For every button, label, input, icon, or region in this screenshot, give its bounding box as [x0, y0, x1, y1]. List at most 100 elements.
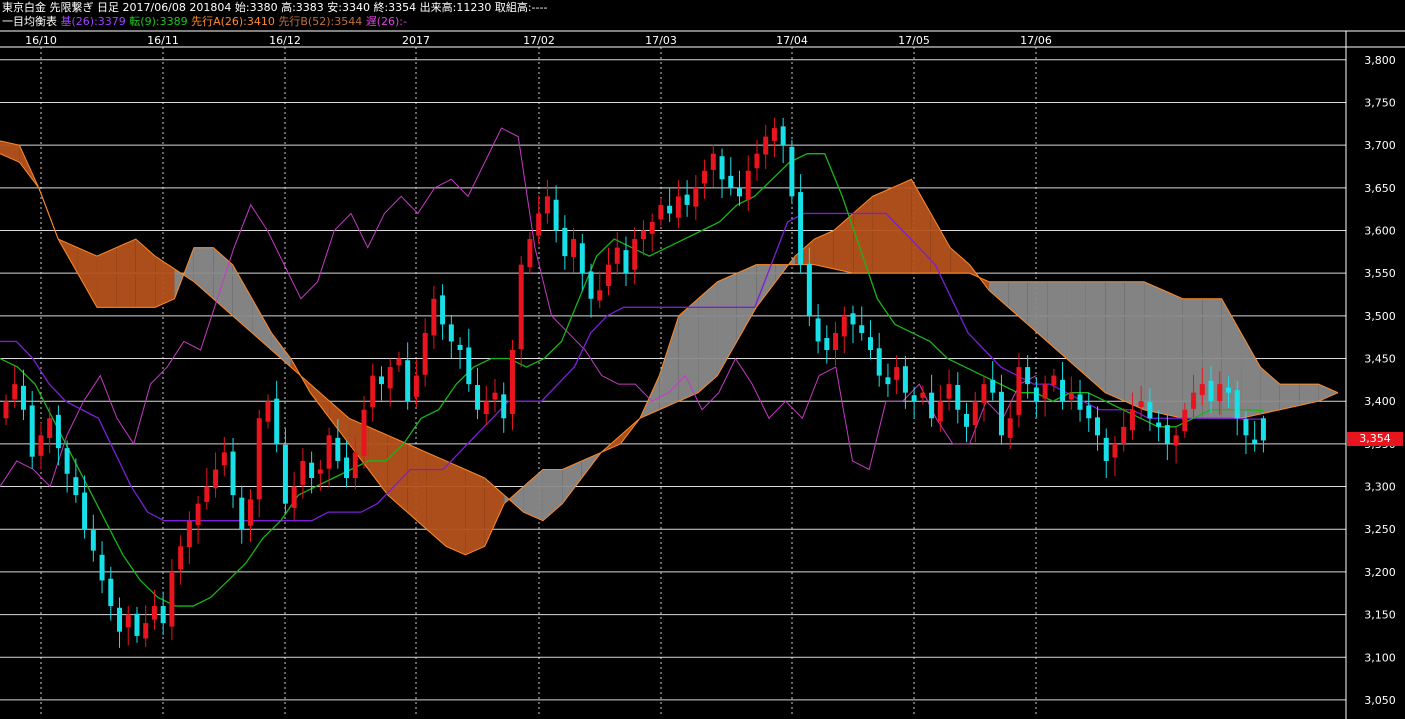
x-tick-label: 16/11	[147, 34, 179, 47]
candle-body	[894, 367, 900, 380]
candle-body	[806, 263, 812, 316]
kumo-segment	[252, 298, 272, 350]
y-tick-label: 3,800	[1364, 54, 1396, 67]
candle-body	[239, 497, 245, 530]
candle-body	[1217, 384, 1223, 402]
ichimoku-chart[interactable]: 3,800 3,750 3,700 3,650 3,600 3,550 3,500 3,450…	[0, 0, 1405, 719]
candle-body	[195, 503, 201, 525]
candle-body	[274, 398, 280, 444]
candle-body	[1156, 422, 1162, 427]
candle-body	[518, 264, 524, 350]
candle-body	[1138, 401, 1144, 408]
candle-body	[1025, 367, 1031, 385]
candle-body	[1112, 443, 1118, 458]
y-tick-label: 3,050	[1364, 694, 1396, 707]
candle-body	[911, 395, 917, 402]
kumo-segment	[96, 247, 117, 308]
candle-body	[684, 194, 690, 205]
candle-body	[1095, 417, 1101, 436]
candle-body	[789, 146, 795, 197]
kumo-segment	[271, 332, 291, 368]
candle-body	[640, 230, 646, 240]
candle-body	[824, 338, 830, 350]
kumo-segment	[1047, 281, 1067, 359]
kumo-segment	[1105, 281, 1125, 402]
candle-body	[632, 239, 638, 270]
candle-body	[352, 452, 358, 479]
candle-body	[143, 623, 149, 639]
kumo-segment	[407, 443, 427, 530]
candle-body	[527, 239, 533, 268]
candle-body	[178, 546, 184, 570]
kumo-segment	[1085, 281, 1106, 393]
candle-body	[1199, 384, 1205, 396]
candle-body	[1051, 375, 1057, 385]
candle-body	[815, 318, 821, 342]
kumo-segment	[1260, 367, 1280, 415]
candle-body	[780, 126, 786, 146]
candle-body	[169, 571, 175, 627]
candle-body	[606, 264, 612, 286]
candle-body	[247, 499, 253, 526]
kumo-segment	[135, 239, 156, 308]
x-tick-label: 17/04	[776, 34, 808, 47]
candle-body	[29, 405, 35, 457]
candle-body	[614, 247, 620, 264]
x-tick-label: 2017	[402, 34, 430, 47]
candle-body	[562, 227, 568, 257]
candle-body	[579, 243, 585, 274]
kumo-segment	[484, 478, 505, 547]
kumo-segment	[542, 469, 563, 521]
candle-body	[745, 170, 751, 200]
candle-body	[431, 298, 437, 336]
candle-body	[483, 401, 489, 415]
y-tick-label: 3,500	[1364, 310, 1396, 323]
candle-body	[998, 391, 1004, 436]
candle-body	[38, 435, 44, 456]
candle-body	[597, 290, 603, 301]
candle-body	[20, 385, 26, 410]
candle-body	[90, 530, 96, 551]
candle-body	[370, 375, 376, 408]
candle-body	[317, 469, 323, 474]
candle-body	[3, 401, 9, 419]
kumo-segment	[892, 179, 912, 274]
candle-body	[710, 153, 716, 170]
candle-body	[361, 409, 367, 456]
candle-body	[929, 392, 935, 419]
candle-body	[763, 136, 769, 155]
candle-body	[204, 486, 210, 502]
candle-body	[265, 401, 271, 422]
current-price-label: 3,354	[1347, 432, 1403, 446]
candle-body	[876, 348, 882, 376]
candle-body	[291, 486, 297, 508]
y-tick-label: 3,200	[1364, 566, 1396, 579]
candle-body	[509, 349, 515, 415]
candle-body	[667, 205, 673, 214]
kumo-segment	[116, 239, 136, 308]
candle-body	[1007, 418, 1013, 438]
candle-body	[12, 384, 18, 400]
candle-body	[125, 614, 131, 628]
candle-body	[344, 457, 350, 479]
y-tick-label: 3,450	[1364, 353, 1396, 366]
kumo-segment	[814, 230, 834, 269]
kumo-segment	[853, 196, 873, 274]
candle-body	[413, 375, 419, 397]
candle-body	[702, 170, 708, 184]
x-tick-label: 17/06	[1020, 34, 1052, 47]
y-tick-label: 3,400	[1364, 395, 1396, 408]
y-tick-label: 3,150	[1364, 609, 1396, 622]
candle-body	[1068, 392, 1074, 400]
candle-body	[1260, 418, 1266, 441]
kumo-segment	[698, 281, 718, 393]
candle-body	[920, 392, 926, 398]
candle-body	[309, 462, 315, 479]
candle-body	[475, 384, 481, 410]
x-tick-label: 17/02	[523, 34, 555, 47]
y-tick-label: 3,100	[1364, 651, 1396, 664]
candle-body	[946, 384, 952, 399]
candle-body	[457, 344, 463, 350]
candle-body	[108, 578, 114, 607]
kumo-segment	[465, 469, 485, 555]
